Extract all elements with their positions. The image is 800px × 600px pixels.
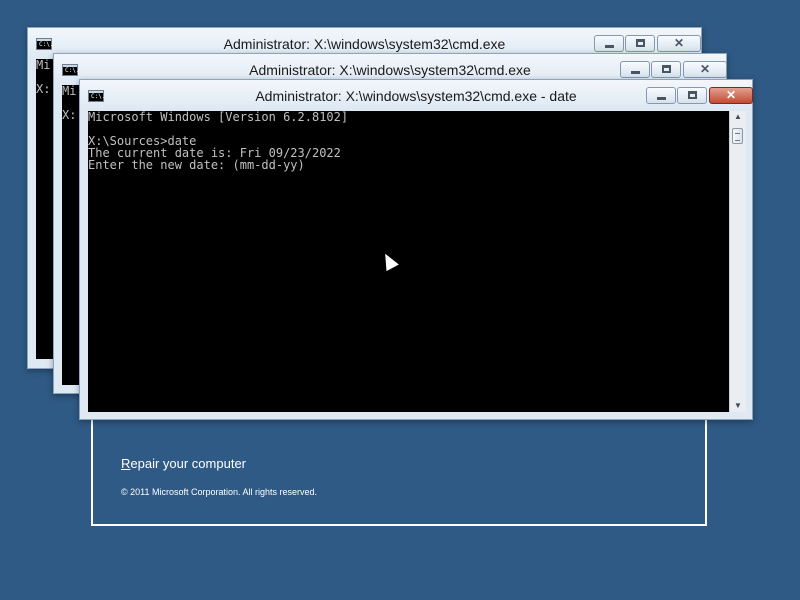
maximize-icon [636,39,645,47]
cmd-window-active[interactable]: C:\. Administrator: X:\windows\system32\… [79,79,753,420]
minimize-button[interactable] [646,87,676,104]
minimize-button[interactable] [620,61,650,78]
console-line: Enter the new date: (mm-dd-yy) [88,158,305,172]
close-button[interactable]: ✕ [709,87,753,104]
close-button[interactable]: ✕ [657,35,701,52]
maximize-button[interactable] [677,87,707,104]
minimize-icon [605,45,614,48]
minimize-button[interactable] [594,35,624,52]
repair-link-underlined-letter: R [121,456,131,471]
scroll-down-arrow-icon[interactable]: ▼ [730,400,746,412]
copyright-text: © 2011 Microsoft Corporation. All rights… [121,487,318,497]
vertical-scrollbar[interactable]: ▲ ▼ [729,111,746,412]
minimize-icon [631,71,640,74]
repair-computer-link[interactable]: Repair your computer [121,456,246,471]
title-bar[interactable]: C:\. Administrator: X:\windows\system32\… [80,80,753,111]
scroll-up-arrow-icon[interactable]: ▲ [730,111,746,123]
maximize-button[interactable] [625,35,655,52]
close-icon: ✕ [725,88,737,102]
maximize-button[interactable] [651,61,681,78]
minimize-icon [657,97,666,100]
scrollbar-thumb[interactable] [732,128,743,144]
maximize-icon [662,65,671,73]
close-icon: ✕ [673,36,685,50]
repair-link-text: epair your computer [130,456,247,471]
close-button[interactable]: ✕ [683,61,727,78]
maximize-icon [688,91,697,99]
close-icon: ✕ [699,62,711,76]
console-area[interactable]: Microsoft Windows [Version 6.2.8102] X:\… [88,111,729,412]
console-line: Microsoft Windows [Version 6.2.8102] [88,111,349,124]
